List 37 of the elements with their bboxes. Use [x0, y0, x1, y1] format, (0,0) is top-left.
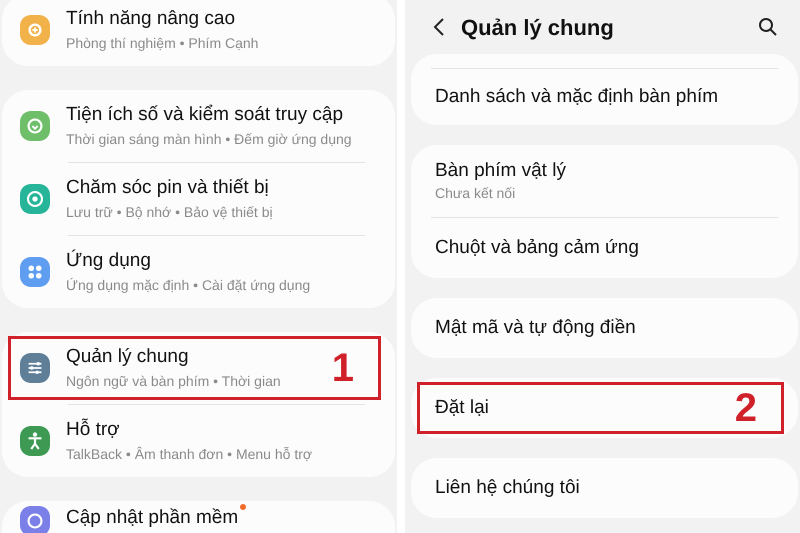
settings-item[interactable]: Chăm sóc pin và thiết bị Lưu trữ • Bộ nhớ • Bảo vệ thiết bị: [2, 163, 395, 235]
item-title: Tính năng nâng cao: [66, 7, 236, 31]
item-title: Chuột và bảng cảm ứng: [435, 236, 639, 260]
back-icon[interactable]: [433, 17, 445, 37]
step-number: 2: [734, 388, 757, 428]
item-title: Cập nhật phần mềm: [66, 506, 238, 530]
item-title: Quản lý chung: [66, 345, 189, 369]
settings-item[interactable]: Tiện ích số và kiểm soát truy cập Thời gian sáng màn hình • Đếm giờ ứng dụng: [2, 90, 395, 162]
screen-title: Quản lý chung: [461, 14, 614, 42]
item-subtitle: Lưu trữ • Bộ nhớ • Bảo vệ thiết bị: [66, 203, 273, 222]
search-icon[interactable]: [758, 17, 778, 37]
item-subtitle: TalkBack • Âm thanh đơn • Menu hỗ trợ: [66, 445, 312, 464]
settings-item[interactable]: Mật mã và tự động điền: [411, 298, 798, 358]
item-subtitle: Phòng thí nghiệm • Phím Cạnh: [66, 34, 258, 53]
item-subtitle: Thời gian sáng màn hình • Đếm giờ ứng dụng: [66, 130, 352, 149]
step-number: 1: [332, 348, 354, 388]
settings-item[interactable]: Hỗ trợ TalkBack • Âm thanh đơn • Menu hỗ trợ: [2, 405, 395, 477]
item-title: Tiện ích số và kiểm soát truy cập: [66, 103, 344, 127]
item-subtitle: Ứng dụng mặc định • Cài đặt ứng dụng: [66, 276, 310, 295]
item-subtitle: Chưa kết nối: [435, 184, 516, 203]
settings-item[interactable]: Liên hệ chúng tôi: [411, 458, 798, 518]
item-title: Bàn phím vật lý: [435, 159, 566, 183]
settings-item[interactable]: Bàn phím vật lý Chưa kết nối: [411, 145, 798, 217]
item-title: Đặt lại: [435, 396, 489, 420]
settings-item[interactable]: Quản lý chung Ngôn ngữ và bàn phím • Thời gian 1: [2, 332, 395, 404]
item-subtitle: Ngôn ngữ và bàn phím • Thời gian: [66, 372, 281, 391]
item-title: Chăm sóc pin và thiết bị: [66, 176, 269, 200]
item-title: Mật mã và tự động điền: [435, 316, 636, 340]
item-title: Liên hệ chúng tôi: [435, 476, 580, 500]
settings-item[interactable]: Cập nhật phần mềm: [2, 501, 395, 533]
settings-item[interactable]: Chuột và bảng cảm ứng: [411, 218, 798, 278]
item-title: Danh sách và mặc định bàn phím: [435, 85, 718, 109]
item-title: Hỗ trợ: [66, 418, 120, 442]
settings-item[interactable]: Tính năng nâng cao Phòng thí nghiệm • Phím Cạnh: [2, 0, 395, 66]
settings-item[interactable]: Đặt lại 2: [411, 378, 798, 438]
settings-item[interactable]: Ứng dụng Ứng dụng mặc định • Cài đặt ứng dụng: [2, 236, 395, 308]
item-title: Ứng dụng: [66, 249, 151, 273]
